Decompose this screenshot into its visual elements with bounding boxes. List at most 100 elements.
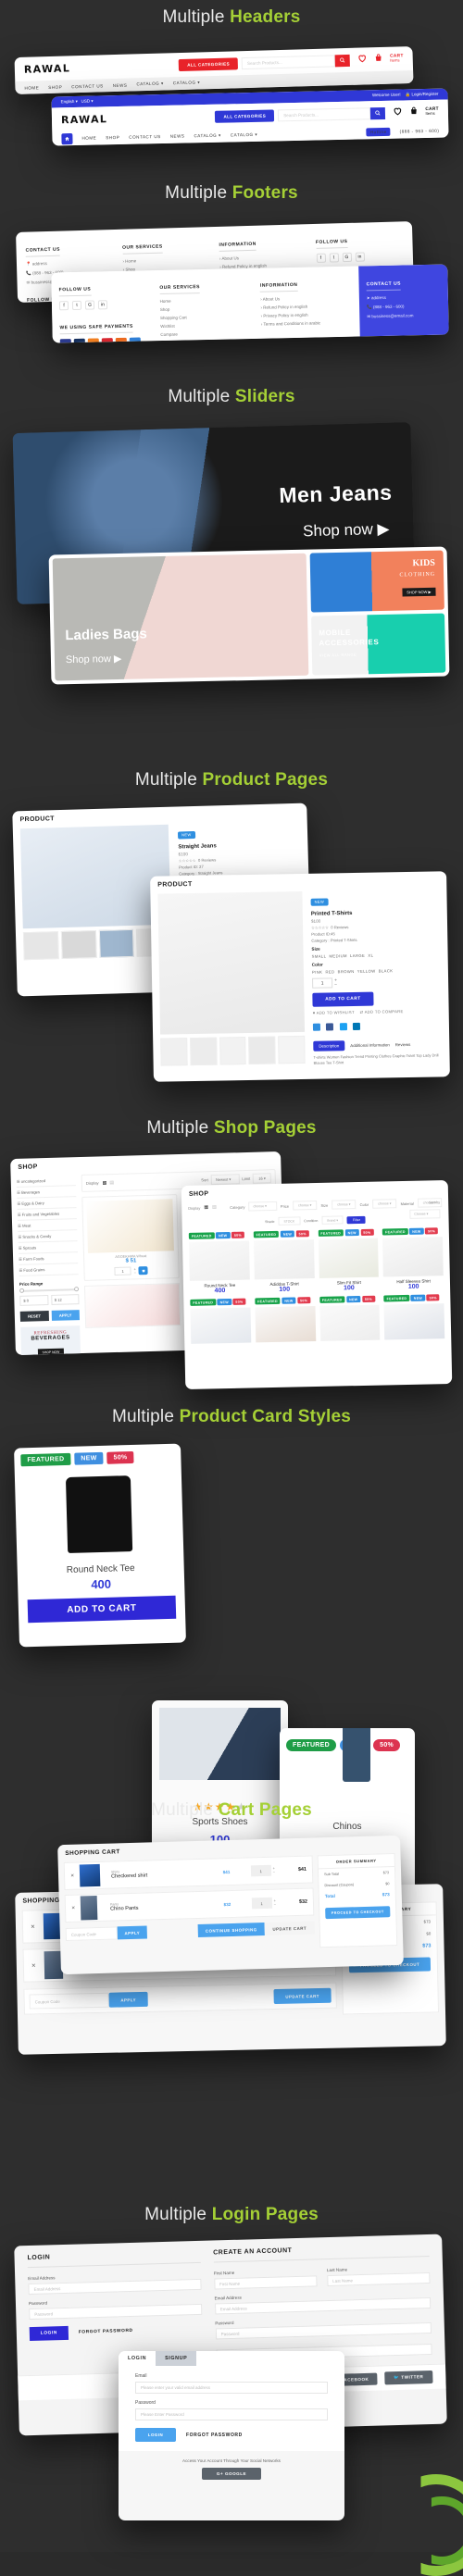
product-card[interactable]: FEATURED NEW 50% xyxy=(255,1297,316,1343)
list-view-icon[interactable]: ▤ xyxy=(212,1204,217,1210)
cart-icon[interactable] xyxy=(374,51,383,68)
twitter-icon[interactable]: t xyxy=(71,300,82,311)
footer-link[interactable]: › About Us xyxy=(219,254,307,261)
share-plus-icon[interactable] xyxy=(312,1023,321,1031)
facebook-icon[interactable]: f xyxy=(58,301,69,311)
thumbnail[interactable] xyxy=(160,1038,188,1066)
thumbnail[interactable] xyxy=(189,1037,218,1066)
wishlist-icon[interactable] xyxy=(393,105,403,121)
footer-link[interactable]: › Home xyxy=(122,256,210,263)
thumbnail[interactable] xyxy=(98,928,134,958)
product-card[interactable]: FEATURED NEW 50% xyxy=(319,1295,381,1341)
search-input[interactable]: Search Products... xyxy=(278,106,371,121)
twitter-login-button[interactable]: 🐦 TWITTER xyxy=(384,2370,433,2385)
subfilter-brand[interactable]: Brand ▾ xyxy=(321,1215,344,1225)
login-register-link[interactable]: Login/Register xyxy=(411,92,438,97)
email-field[interactable]: Please enter your valid email address xyxy=(135,2382,328,2394)
nav-catalog-1[interactable]: CATALOG ▾ xyxy=(194,132,220,139)
nav-catalog-1[interactable]: CATALOG ▾ xyxy=(136,81,164,88)
mobile-cta[interactable]: VIEW ALL RANGE xyxy=(319,653,357,658)
filter-color-select[interactable]: choose ▾ xyxy=(372,1199,397,1209)
linkedin-icon[interactable]: in xyxy=(355,252,365,262)
update-cart-button[interactable]: UPDATE CART xyxy=(273,1987,332,2005)
remove-item-button[interactable]: ✕ xyxy=(31,1923,44,1930)
signup-password-field[interactable]: Password xyxy=(215,2321,432,2340)
google-icon[interactable]: G xyxy=(342,252,352,263)
price-min-input[interactable]: $ 0 xyxy=(19,1295,49,1306)
add-to-cart-button[interactable]: ADD TO CART xyxy=(312,991,374,1007)
item-quantity[interactable]: 1 xyxy=(250,1864,271,1877)
tab-login[interactable]: LOGIN xyxy=(119,2351,156,2366)
search-input[interactable]: Search Products... xyxy=(241,54,336,69)
grid-view-icon[interactable]: ▦ xyxy=(103,1180,107,1186)
footer-link[interactable]: › About Us xyxy=(260,295,352,301)
coupon-input[interactable]: Coupon Code xyxy=(29,1992,109,2010)
slider-ladies-bags[interactable]: Ladies Bags Shop now ▶ xyxy=(52,553,309,681)
update-cart-button[interactable]: UPDATE CART xyxy=(264,1921,315,1935)
product-card[interactable]: FEATURED NEW 50% Adiddas T-Shirt 100 xyxy=(253,1230,315,1293)
product-card[interactable]: FEATURED NEW 50% Half Sleeves Shirt 100 xyxy=(382,1227,444,1290)
forgot-password-link[interactable]: FORGOT PASSWORD xyxy=(186,2433,243,2438)
nav-home[interactable]: HOME xyxy=(24,85,39,90)
welcome-login-group[interactable]: Welcome User! 🔒 Login/Register xyxy=(372,92,439,98)
nav-news[interactable]: NEWS xyxy=(113,82,128,87)
product-card[interactable] xyxy=(83,1283,181,1328)
thumbnail[interactable] xyxy=(278,1035,306,1064)
tab-additional-information[interactable]: Additional Information xyxy=(350,1042,390,1048)
login-button[interactable]: LOGIN xyxy=(135,2428,176,2442)
slider-mobile-accessories[interactable]: MOBILE ACCESSORIES VIEW ALL RANGE xyxy=(310,613,446,676)
nav-shop[interactable]: SHOP xyxy=(48,84,62,89)
nav-home[interactable]: HOME xyxy=(81,135,96,140)
linkedin-icon[interactable]: in xyxy=(97,300,108,310)
add-to-cart-button[interactable]: ADD TO CART xyxy=(27,1595,177,1624)
slider-kids-clothing[interactable]: KIDS CLOTHING SHOP NOW ▶ xyxy=(309,550,444,613)
apply-button[interactable]: APPLY xyxy=(51,1310,80,1321)
product-rating[interactable]: ☆☆☆☆☆ 0 Reviews xyxy=(311,923,440,930)
footer-link[interactable]: › Privacy Policy in english xyxy=(261,312,353,318)
product-main-image[interactable] xyxy=(157,890,306,1035)
product-card[interactable]: FEATURED NEW 50% xyxy=(383,1294,445,1340)
language-selector[interactable]: English ▾ USD ▾ xyxy=(61,99,94,106)
limit-select[interactable]: 16 ▾ xyxy=(253,1173,271,1184)
footer-link[interactable]: › Terms and Conditions in arabic xyxy=(261,320,353,326)
product-main-image[interactable] xyxy=(19,824,171,929)
nav-catalog-2[interactable]: CATALOG ▾ xyxy=(173,80,201,86)
search-icon[interactable] xyxy=(370,106,386,119)
wishlist-compare-row[interactable]: ♥ ADD TO WISHLIST ⇄ ADD TO COMPARE xyxy=(313,1008,442,1015)
reset-button[interactable]: RESET xyxy=(19,1311,49,1322)
password-field[interactable]: Please Enter Password xyxy=(135,2408,328,2420)
footer-link[interactable]: Home xyxy=(160,297,252,304)
proceed-to-checkout-button[interactable]: PROCEED TO CHECKOUT xyxy=(325,1906,391,1920)
nav-catalog-2[interactable]: CATALOG ▾ xyxy=(231,131,257,138)
apply-coupon-button[interactable]: APPLY xyxy=(108,1991,148,2008)
google-icon[interactable]: G xyxy=(84,300,95,310)
grid-view-icon[interactable]: ▦ xyxy=(204,1204,208,1210)
remove-item-button[interactable]: ✕ xyxy=(31,1962,44,1969)
thumbnail[interactable] xyxy=(22,931,59,961)
filter-category-select[interactable]: choose ▾ xyxy=(248,1201,277,1212)
sidebar-item[interactable]: ☰ Food Grains xyxy=(19,1263,79,1276)
nav-contact[interactable]: CONTACT US xyxy=(129,134,161,140)
wishlist-icon[interactable] xyxy=(357,51,368,68)
nav-contact[interactable]: CONTACT US xyxy=(71,83,104,89)
product-card[interactable]: FEATURED NEW 50% xyxy=(190,1298,252,1344)
subfilter-stock[interactable]: STOCK xyxy=(278,1216,301,1226)
slider-cta[interactable]: Shop now ▶ xyxy=(66,653,122,666)
size-options[interactable]: SMALL MEDIUM LARGE XL xyxy=(312,952,441,959)
cart-label-group[interactable]: CART Items xyxy=(425,107,439,117)
twitter-icon[interactable]: t xyxy=(329,253,339,263)
nav-shop[interactable]: SHOP xyxy=(106,135,119,140)
linkedin-icon[interactable] xyxy=(353,1022,361,1031)
email-field[interactable]: Email Address xyxy=(28,2278,202,2296)
thumbnail[interactable] xyxy=(248,1036,276,1064)
promo-banner[interactable]: REFRESHING BEVERAGES SHOP NOW xyxy=(20,1325,81,1356)
remove-item-button[interactable]: ✕ xyxy=(70,1873,80,1879)
banner-cta[interactable]: SHOP NOW xyxy=(37,1348,65,1356)
product-card-style-1[interactable]: FEATURED NEW 50% Round Neck Tee 400 ADD … xyxy=(14,1443,186,1648)
brand-logo[interactable]: RAWAL xyxy=(24,62,70,75)
password-field[interactable]: Password xyxy=(29,2303,203,2321)
quantity-arrows[interactable]: +− xyxy=(334,977,337,988)
footer-link[interactable]: › Refund Policy in english xyxy=(260,304,352,310)
sort-select[interactable]: Newest ▾ xyxy=(210,1174,240,1186)
product-card[interactable]: FEATURED NEW 50% Slim Fit Shirt 100 xyxy=(318,1228,380,1292)
